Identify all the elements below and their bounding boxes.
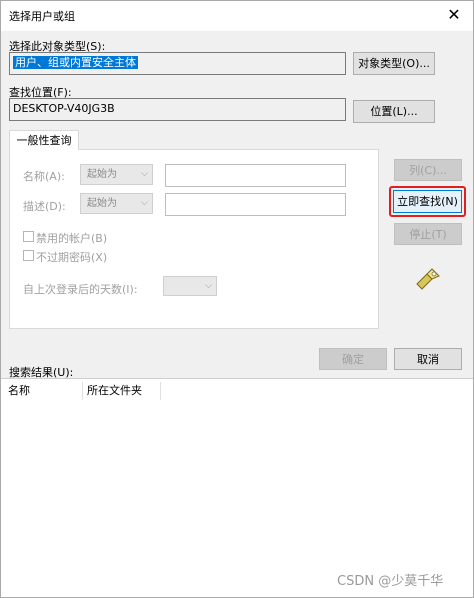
name-input[interactable]: [165, 164, 346, 187]
object-type-field: 用户、组或内置安全主体: [9, 52, 346, 75]
name-mode-dropdown[interactable]: 起始为 ⌵: [80, 164, 153, 185]
close-icon[interactable]: ✕: [442, 4, 466, 26]
locations-button[interactable]: 位置(L)...: [353, 100, 435, 123]
column-header-folder[interactable]: 所在文件夹: [87, 382, 142, 400]
location-field: DESKTOP-V40JG3B: [9, 98, 346, 121]
disabled-accounts-checkbox[interactable]: [23, 231, 34, 242]
column-separator[interactable]: [160, 382, 161, 400]
stop-button[interactable]: 停止(T): [394, 223, 462, 245]
ok-button[interactable]: 确定: [319, 348, 387, 370]
search-flashlight-icon: [416, 268, 440, 290]
column-header-name[interactable]: 名称: [8, 382, 30, 400]
tab-general-query[interactable]: 一般性查询: [9, 130, 79, 150]
chevron-down-icon: ⌵: [141, 169, 148, 179]
object-type-value: 用户、组或内置安全主体: [13, 56, 138, 69]
column-separator[interactable]: [82, 382, 83, 400]
days-since-logon-dropdown[interactable]: ⌵: [163, 276, 217, 296]
description-input[interactable]: [165, 193, 346, 216]
object-types-button[interactable]: 对象类型(O)...: [353, 52, 435, 75]
window-title: 选择用户或组: [9, 10, 75, 23]
disabled-accounts-label: 禁用的帐户(B): [36, 232, 108, 245]
search-results-list[interactable]: [1, 378, 473, 597]
description-mode-dropdown[interactable]: 起始为 ⌵: [80, 193, 153, 214]
find-now-button[interactable]: 立即查找(N): [393, 190, 462, 213]
chevron-down-icon: ⌵: [205, 281, 212, 291]
no-expire-password-label: 不过期密码(X): [36, 251, 108, 264]
no-expire-password-checkbox[interactable]: [23, 250, 34, 261]
days-since-logon-label: 自上次登录后的天数(I):: [23, 283, 138, 296]
columns-button[interactable]: 列(C)...: [394, 159, 462, 181]
name-mode-value: 起始为: [87, 169, 117, 180]
name-label: 名称(A):: [23, 170, 65, 183]
description-label: 描述(D):: [23, 200, 66, 213]
watermark: CSDN @少莫千华: [337, 574, 444, 589]
description-mode-value: 起始为: [87, 198, 117, 209]
cancel-button[interactable]: 取消: [394, 348, 462, 370]
chevron-down-icon: ⌵: [141, 198, 148, 208]
